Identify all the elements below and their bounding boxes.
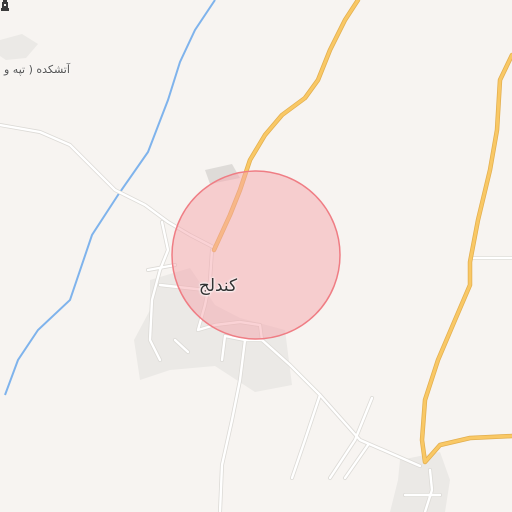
landmark-tower-icon[interactable] (0, 0, 10, 11)
map-canvas[interactable]: آتشکده ( تپه و کندلج (0, 0, 512, 512)
map-layers (0, 0, 512, 512)
place-label[interactable]: کندلج (188, 276, 248, 296)
location-highlight-circle[interactable] (171, 170, 341, 340)
poi-label[interactable]: آتشکده ( تپه و (4, 63, 70, 76)
